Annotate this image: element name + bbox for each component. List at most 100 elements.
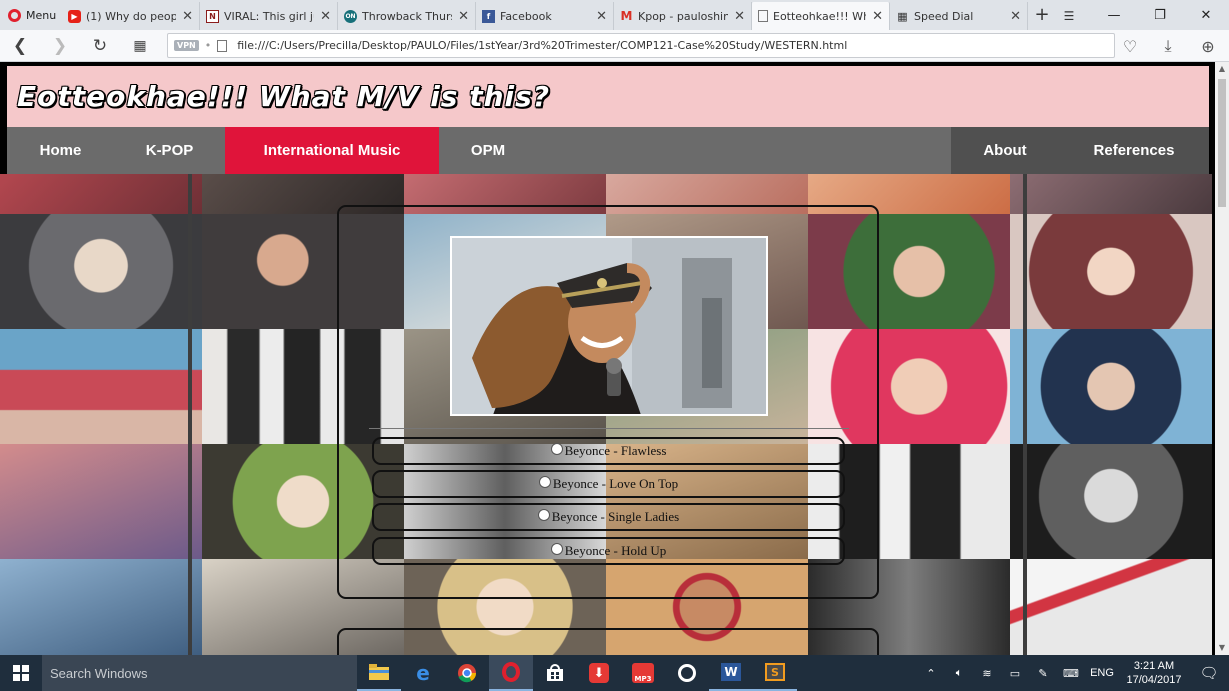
nav-kpop[interactable]: K-POP [114,127,225,174]
windows-start-icon[interactable] [0,655,42,691]
browser-tab-facebook[interactable]: f Facebook ✕ [476,2,614,30]
chrome-icon[interactable] [445,655,489,691]
close-window-icon[interactable]: ✕ [1183,0,1229,30]
keyboard-icon[interactable]: ⌨ [1057,667,1085,680]
nav-right-group: About References [951,127,1209,174]
window-controls: — ❐ ✕ [1091,0,1229,30]
answer-option[interactable]: Beyonce - Hold Up [372,537,845,565]
address-toolbar: ❮ ❯ ↻ ▦ VPN • file:///C:/Users/Precilla/… [0,30,1229,62]
browser-tab-youtube[interactable]: ▶ (1) Why do people ✕ [62,2,200,30]
answer-option[interactable]: Beyonce - Single Ladies [372,503,845,531]
clock-date: 17/04/2017 [1126,674,1182,686]
radio-button[interactable] [550,543,563,555]
opera-menu-button[interactable]: Menu [0,0,62,30]
close-tab-icon[interactable]: ✕ [182,9,193,24]
browser-tab-speed-dial[interactable]: ▦ Speed Dial ✕ [890,2,1028,30]
close-tab-icon[interactable]: ✕ [320,9,331,24]
reload-icon[interactable]: ↻ [80,36,120,56]
groove-icon[interactable] [665,655,709,691]
windows-search-box[interactable]: Search Windows [42,655,357,691]
address-field[interactable]: VPN • file:///C:/Users/Precilla/Desktop/… [167,33,1115,58]
speed-dial-icon: ▦ [897,9,908,23]
radio-button[interactable] [550,443,563,455]
facebook-icon: f [482,9,495,23]
site-header: Eotteokhae!!! What M/V is this? [7,66,1209,127]
site-nav: Home K-POP International Music OPM About… [7,127,1209,174]
browser-tab-active[interactable]: Eotteohkae!!! What ✕ [752,2,890,30]
site-title: Eotteokhae!!! What M/V is this? [17,80,551,113]
quiz-card: Beyonce - Flawless Beyonce - Love On Top… [337,205,879,599]
browser-tab-bar: Menu ▶ (1) Why do people ✕ N VIRAL: This… [0,0,1229,30]
scroll-thumb[interactable] [1218,79,1226,207]
collage-photo [1010,444,1212,559]
mv-image [452,238,766,414]
extension-icon[interactable]: ⊕ [1197,35,1219,57]
word-icon[interactable]: W [709,655,753,691]
collage-photo [0,444,202,559]
answer-label: Beyonce - Hold Up [564,543,667,558]
nav-international-music[interactable]: International Music [225,127,439,174]
youtube-icon: ▶ [68,9,81,23]
downloader-icon[interactable]: ⬇ [577,655,621,691]
gmail-icon: M [620,9,633,23]
close-tab-icon[interactable]: ✕ [596,9,607,24]
scroll-down-icon[interactable]: ▼ [1215,641,1229,655]
browser-tab-throwback[interactable]: ON Throwback Thursda ✕ [338,2,476,30]
answer-label: Beyonce - Single Ladies [551,509,680,524]
clock-time: 3:21 AM [1133,660,1175,672]
battery-icon[interactable]: ▭ [1001,667,1029,680]
edge-icon[interactable]: e [401,655,445,691]
answer-option[interactable]: Beyonce - Flawless [372,437,845,465]
collage-photo [0,559,202,655]
opera-icon[interactable] [489,655,533,691]
close-tab-icon[interactable]: ✕ [1010,9,1021,24]
n-logo-icon: N [206,9,219,23]
browser-tab-gmail[interactable]: M Kpop - pauloshin02 ✕ [614,2,752,30]
heart-icon[interactable]: ♡ [1119,35,1141,57]
scroll-up-icon[interactable]: ▲ [1215,62,1229,76]
back-icon[interactable]: ❮ [0,36,40,56]
divider-line [369,428,849,429]
new-tab-button[interactable]: + [1028,2,1056,30]
nav-opm[interactable]: OPM [439,127,537,174]
restore-icon[interactable]: ❐ [1137,0,1183,30]
speaker-icon[interactable]: 🔈︎ [945,667,973,680]
mp3-icon[interactable]: MP3 [621,655,665,691]
close-tab-icon[interactable]: ✕ [734,9,745,24]
chevron-up-icon[interactable]: ⌃ [917,667,945,680]
close-tab-icon[interactable]: ✕ [458,9,469,24]
download-icon[interactable]: ⤓ [1157,35,1179,57]
browser-tab-viral[interactable]: N VIRAL: This girl just ✕ [200,2,338,30]
nav-about[interactable]: About [951,127,1059,174]
forward-icon[interactable]: ❯ [40,36,80,56]
language-indicator[interactable]: ENG [1085,667,1119,679]
answer-label: Beyonce - Flawless [564,443,667,458]
minimize-icon[interactable]: — [1091,0,1137,30]
url-text[interactable]: file:///C:/Users/Precilla/Desktop/PAULO/… [237,39,847,52]
page-scrollbar[interactable]: ▲ ▼ [1215,62,1229,655]
radio-button[interactable] [537,509,550,521]
nav-references[interactable]: References [1059,127,1209,174]
web-page: Eotteokhae!!! What M/V is this? Home K-P… [0,62,1215,655]
vpn-badge[interactable]: VPN [174,40,199,51]
page-icon [758,10,768,22]
tabs-grid-icon[interactable]: ▦ [120,38,160,54]
close-tab-icon[interactable]: ✕ [872,9,883,24]
page-info-icon[interactable] [217,39,228,52]
on-logo-icon: ON [344,9,357,23]
notifications-icon[interactable]: 🗨︎ [1189,664,1229,682]
tab-title: Facebook [500,9,552,23]
file-explorer-icon[interactable] [357,655,401,691]
next-quiz-card [337,628,879,655]
wifi-icon[interactable]: ≋ [973,667,1001,680]
pen-icon[interactable]: ✎ [1029,667,1057,680]
store-icon[interactable] [533,655,577,691]
tab-title: (1) Why do people [86,9,177,23]
clock[interactable]: 3:21 AM 17/04/2017 [1119,659,1189,687]
nav-home[interactable]: Home [7,127,114,174]
tab-menu-icon[interactable]: ☰ [1056,2,1082,30]
radio-button[interactable] [538,476,551,488]
sublime-icon[interactable]: S [753,655,797,691]
answer-option[interactable]: Beyonce - Love On Top [372,470,845,498]
dot-separator: • [204,39,212,52]
